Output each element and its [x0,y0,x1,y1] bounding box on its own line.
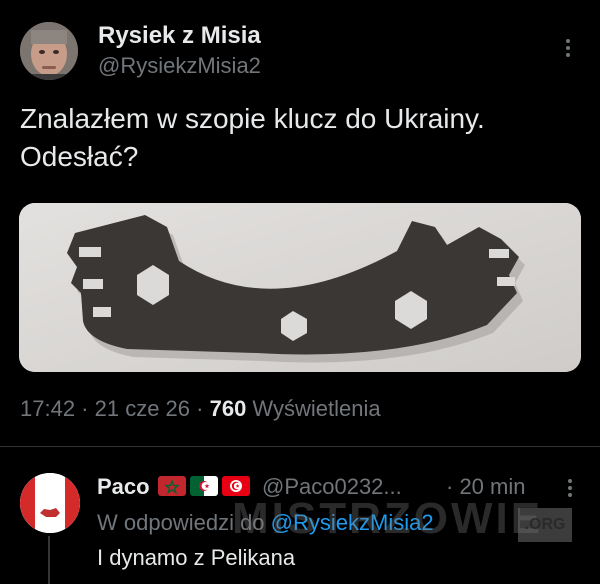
divider [0,446,600,447]
thread-line [48,536,50,584]
tweet-text-line: Odesłać? [20,141,139,172]
tweet-text-line: Znalazłem w szopie klucz do Ukrainy. [20,103,485,134]
tweet-meta: 17:42 · 21 cze 26 · 760 Wyświetlenia [20,396,381,422]
reply-mention-link[interactable]: @RysiekzMisia2 [271,510,434,535]
avatar-photo [20,22,78,80]
author-avatar[interactable] [20,22,78,80]
morocco-flag-icon [158,476,186,496]
more-vertical-icon[interactable] [563,476,577,500]
reply-author-name[interactable]: Paco [97,474,150,500]
algeria-flag-icon [190,476,218,496]
tweet-media-image[interactable] [19,203,581,372]
views-label: Wyświetlenia [246,396,381,421]
watermark-suffix: .ORG [518,508,572,542]
reply-author-handle[interactable]: @Paco0232... [262,474,402,500]
views-count: 760 [209,396,247,421]
author-name[interactable]: Rysiek z Misia [98,22,261,50]
reply-time[interactable]: · 20 min [446,474,525,500]
meta-separator: · [75,396,95,421]
reply-text: I dynamo z Pelikana [97,545,296,570]
author-handle[interactable]: @RysiekzMisia2 [98,53,261,79]
reply-avatar[interactable] [20,473,80,533]
wrench-photo [19,203,581,372]
reply-context-prefix: W odpowiedzi do [97,510,271,535]
more-vertical-icon[interactable] [561,36,575,60]
meta-separator: · [190,396,210,421]
tunisia-flag-icon [222,476,250,496]
tweet-date[interactable]: 21 cze 26 [95,396,190,421]
tweet-text: Znalazłem w szopie klucz do Ukrainy. Ode… [20,100,580,176]
avatar-flag-image [20,473,80,533]
tweet-time[interactable]: 17:42 [20,396,75,421]
reply-context: W odpowiedzi do @RysiekzMisia2 [97,510,434,536]
reply-flags [158,476,250,498]
